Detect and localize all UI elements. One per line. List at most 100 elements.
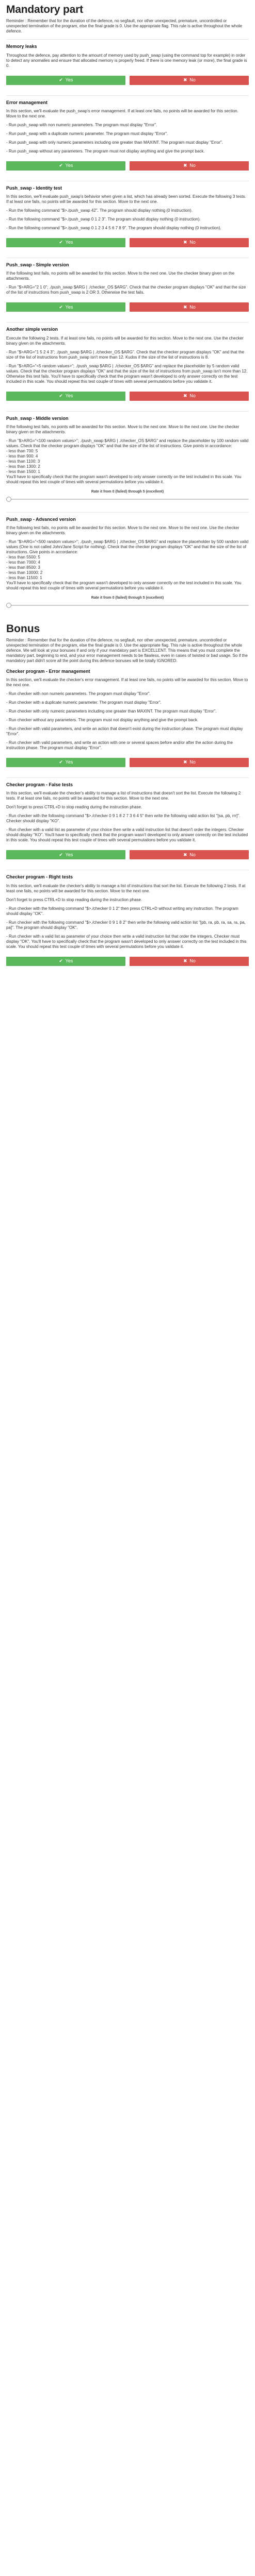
no-button[interactable]: ✖ No [130,238,249,247]
rating-slider[interactable] [6,496,249,502]
no-button[interactable]: ✖ No [130,956,249,966]
yes-button[interactable]: ✔ Yes [6,238,125,247]
rating-slider[interactable] [6,602,249,608]
mandatory-part-title: Mandatory part [6,4,83,15]
yes-no-buttons: ✔ Yes ✖ No [6,850,249,860]
no-label: No [189,958,196,963]
section-memory-leaks: Memory leaks Throughout the defence, pay … [6,39,249,85]
yes-no-buttons: ✔ Yes ✖ No [6,75,249,85]
section-paragraph: - Run push_swap with non numeric paramet… [6,122,157,127]
section-paragraph: - Run checker with valid parameters, and… [6,726,243,736]
yes-no-buttons: ✔ Yes ✖ No [6,391,249,401]
no-button[interactable]: ✖ No [130,391,249,401]
section-paragraph: - Run checker with a duplicate numeric p… [6,700,162,705]
section-paragraph: - Run "$>ARG="<500 random values>"; ./pu… [6,539,249,590]
no-button[interactable]: ✖ No [130,758,249,767]
check-icon: ✔ [59,163,63,168]
yes-label: Yes [65,240,73,245]
cross-icon: ✖ [183,958,187,963]
section-paragraph: In this section, we'll evaluate the chec… [6,677,248,687]
section-paragraph: - Run checker with the following command… [6,920,246,930]
slider-track [6,604,249,606]
cross-icon: ✖ [183,852,187,857]
section-paragraph: - Run the following command "$>./push_sw… [6,217,201,222]
yes-label: Yes [65,163,73,168]
mandatory-reminder: Reminder : Remember that for the duratio… [6,19,243,34]
section-paragraph: - Run "$>ARG="2 1 0"; ./push_swap $ARG |… [6,285,246,295]
section-title: Another simple version [6,322,249,332]
no-button[interactable]: ✖ No [130,75,249,85]
section-paragraph: - Run checker without any parameters. Th… [6,718,199,722]
cross-icon: ✖ [183,393,187,398]
yes-button[interactable]: ✔ Yes [6,302,125,312]
section-paragraph: Don't forget to press CTRL+D to stop rea… [6,897,142,902]
cross-icon: ✖ [183,163,187,168]
yes-button[interactable]: ✔ Yes [6,161,125,171]
no-button[interactable]: ✖ No [130,161,249,171]
yes-button[interactable]: ✔ Yes [6,391,125,401]
section-checker-program-error-management: Checker program - Error management In thi… [6,669,249,767]
yes-button[interactable]: ✔ Yes [6,850,125,860]
rating-control: Rate it from 0 (failed) through 5 (excel… [6,490,249,502]
section-paragraph: - Run push_swap without any parameters. … [6,148,205,154]
section-paragraph: - Run "$>ARG="<5 random values>"; ./push… [6,363,248,384]
bonus-part-title: Bonus [6,622,40,635]
section-paragraph: - Run checker with only numeric paramete… [6,709,217,714]
yes-label: Yes [65,852,73,857]
section-push-swap-simple-version: Push_swap - Simple version If the followi… [6,258,249,312]
yes-no-buttons: ✔ Yes ✖ No [6,238,249,247]
yes-button[interactable]: ✔ Yes [6,75,125,85]
no-button[interactable]: ✖ No [130,302,249,312]
cross-icon: ✖ [183,759,187,765]
yes-button[interactable]: ✔ Yes [6,956,125,966]
section-paragraph: - Run checker with the following command… [6,906,238,916]
cross-icon: ✖ [183,304,187,310]
section-paragraph: - Run checker with valid parameters, and… [6,740,233,750]
check-icon: ✔ [59,240,63,245]
section-paragraph: - Run "$>ARG="<100 random values>"; ./pu… [6,438,249,484]
check-icon: ✔ [59,759,63,765]
section-title: Checker program - Right tests [6,870,249,880]
yes-no-buttons: ✔ Yes ✖ No [6,302,249,312]
section-paragraph: In this section, we'll evaluate the chec… [6,791,241,801]
section-another-simple-version: Another simple version Execute the follow… [6,322,249,401]
section-paragraph: If the following test fails, no points w… [6,271,235,281]
slider-thumb[interactable] [6,496,11,502]
section-push-swap-advanced-version: Push_swap - Advanced version If the follo… [6,512,249,608]
section-paragraph: In this section, we'll evaluate the chec… [6,883,246,893]
section-push-swap-identity-test: Push_swap - Identity test In this section… [6,180,249,247]
section-paragraph: If the following test fails, no points w… [6,424,240,434]
section-title: Checker program - Error management [6,668,90,674]
no-label: No [189,240,196,245]
yes-label: Yes [65,393,73,398]
check-icon: ✔ [59,304,63,310]
check-icon: ✔ [59,852,63,857]
section-paragraph: - Run the following command "$>./push_sw… [6,208,193,213]
yes-no-buttons: ✔ Yes ✖ No [6,758,249,767]
no-label: No [189,163,196,168]
evaluation-page: Mandatory part Reminder : Remember that … [0,0,255,966]
section-title: Push_swap - Simple version [6,258,249,268]
section-paragraph: In this section, we'll evaluate push_swa… [6,194,246,204]
section-paragraph: Throughout the defence, pay attention to… [6,53,247,68]
slider-thumb[interactable] [6,602,11,608]
yes-label: Yes [65,77,73,82]
section-paragraph: - Run push_swap with a duplicate numeric… [6,131,168,136]
section-title: Error management [6,95,249,106]
yes-label: Yes [65,759,73,765]
yes-button[interactable]: ✔ Yes [6,758,125,767]
section-push-swap-middle-version: Push_swap - Middle version If the followi… [6,411,249,502]
bonus-sections: Checker program - Error management In thi… [6,669,249,966]
no-button[interactable]: ✖ No [130,850,249,860]
rating-label: Rate it from 0 (failed) through 5 (excel… [91,596,164,600]
slider-track [6,498,249,500]
yes-no-buttons: ✔ Yes ✖ No [6,956,249,966]
rating-control: Rate it from 0 (failed) through 5 (excel… [6,596,249,608]
section-paragraph: - Run checker with a valid list as param… [6,934,247,949]
section-title: Checker program - False tests [6,777,249,788]
section-title: Push_swap - Identity test [6,180,249,191]
section-checker-program-false-tests: Checker program - False tests In this sec… [6,777,249,860]
check-icon: ✔ [59,958,63,963]
yes-label: Yes [65,958,73,963]
mandatory-sections: Memory leaks Throughout the defence, pay … [6,39,249,608]
